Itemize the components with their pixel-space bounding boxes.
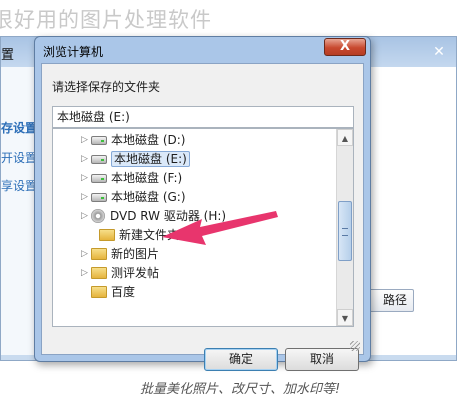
dialog-instruction: 请选择保存的文件夹 <box>52 80 161 94</box>
tree-item-label: 测评发帖 <box>111 266 160 280</box>
scroll-thumb[interactable] <box>338 201 352 261</box>
tree-item-folder[interactable]: ▷ 新的图片 <box>81 245 159 263</box>
scroll-down-arrow-icon[interactable]: ▼ <box>337 309 353 326</box>
tree-item-label: 本地磁盘 (F:) <box>111 171 183 185</box>
background-window-title: 置 <box>1 48 15 63</box>
dialog-titlebar: 浏览计算机 X <box>35 37 370 63</box>
tree-item-label: 新的图片 <box>111 247 160 261</box>
dvd-drive-icon <box>91 209 105 223</box>
drive-icon <box>91 155 107 164</box>
expand-arrow-icon[interactable]: ▷ <box>81 188 91 206</box>
drive-icon <box>91 174 107 183</box>
selected-path-field[interactable]: 本地磁盘 (E:) <box>52 106 354 128</box>
ok-button[interactable]: 确定 <box>204 348 278 371</box>
tree-scrollbar[interactable]: ▲ ▼ <box>336 129 353 326</box>
tree-item-label: 百度 <box>111 285 136 299</box>
background-close-icon[interactable]: ✕ <box>428 42 450 62</box>
dialog-title: 浏览计算机 <box>43 45 104 59</box>
tree-item-drive-d[interactable]: ▷ 本地磁盘 (D:) <box>81 131 185 149</box>
expand-arrow-icon[interactable]: ▷ <box>81 245 91 263</box>
sidebar-item-open-settings[interactable]: 开设置 <box>1 149 37 166</box>
tree-item-drive-f[interactable]: ▷ 本地磁盘 (F:) <box>81 169 182 187</box>
drive-icon <box>91 193 107 202</box>
tree-item-label: 本地磁盘 (G:) <box>111 190 186 204</box>
tree-item-folder[interactable]: ▷ 测评发帖 <box>81 264 159 282</box>
caption-text: 批量美化照片、改尺寸、加水印等! <box>140 382 341 397</box>
tree-item-folder[interactable]: 百度 <box>91 283 135 301</box>
cancel-button[interactable]: 取消 <box>285 348 359 371</box>
expand-arrow-icon[interactable]: ▷ <box>81 207 91 225</box>
pink-arrow-icon <box>162 211 278 245</box>
tree-item-label: 本地磁盘 (E:) <box>111 151 190 167</box>
resize-grip-icon[interactable] <box>350 341 360 351</box>
expand-arrow-icon[interactable]: ▷ <box>81 264 91 282</box>
expand-arrow-icon[interactable]: ▷ <box>81 131 91 149</box>
expand-arrow-icon[interactable]: ▷ <box>81 169 91 187</box>
watermark <box>361 366 457 392</box>
sidebar-item-save-settings[interactable]: 存设置 <box>1 119 37 136</box>
tree-item-label: 本地磁盘 (D:) <box>111 133 186 147</box>
headline: 很好用的图片处理软件 <box>0 8 212 32</box>
folder-icon <box>91 267 107 279</box>
dialog-close-button[interactable]: X <box>324 38 366 56</box>
scroll-up-arrow-icon[interactable]: ▲ <box>337 129 353 146</box>
folder-icon <box>91 286 107 298</box>
tree-item-drive-e[interactable]: ▷ 本地磁盘 (E:) <box>81 150 190 168</box>
folder-icon <box>99 229 115 241</box>
drive-icon <box>91 136 107 145</box>
sidebar-item-share-settings[interactable]: 享设置 <box>1 177 37 194</box>
background-sidebar: 存设置 开设置 享设置 <box>1 67 37 355</box>
browse-folder-dialog: 浏览计算机 X 请选择保存的文件夹 本地磁盘 (E:) ▷ 本地磁盘 (D:) ▷… <box>34 36 371 371</box>
tree-item-drive-g[interactable]: ▷ 本地磁盘 (G:) <box>81 188 186 206</box>
folder-icon <box>91 248 107 260</box>
expand-arrow-icon[interactable]: ▷ <box>81 150 91 168</box>
